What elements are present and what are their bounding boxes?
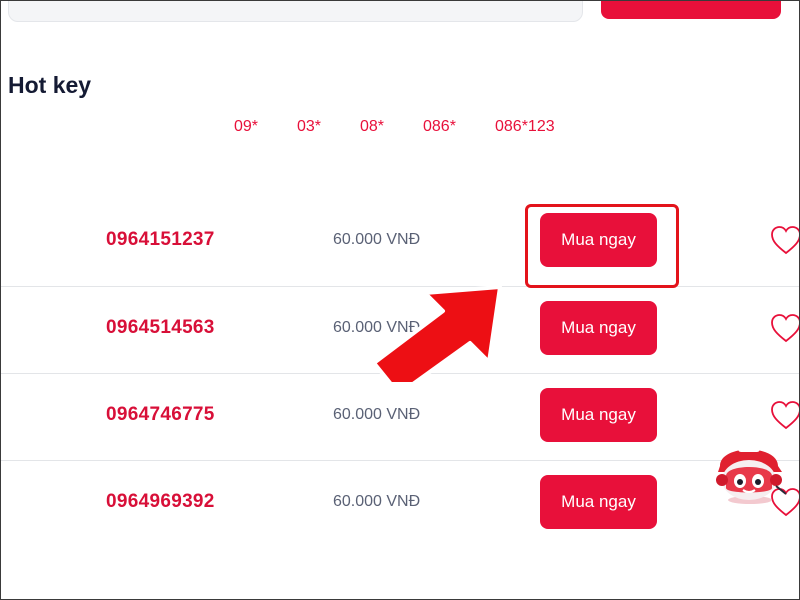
- mascot-robot-icon[interactable]: [712, 436, 800, 506]
- buy-now-button[interactable]: Mua ngay: [540, 301, 657, 355]
- red-arrow-icon: [372, 285, 502, 382]
- phone-number[interactable]: 0964969392: [106, 491, 215, 513]
- hot-key-title: Hot key: [8, 72, 92, 98]
- number-row: 0964746775 60.000 VNĐ Mua ngay: [0, 373, 800, 461]
- heart-icon[interactable]: [770, 400, 800, 430]
- price: 60.000 VNĐ: [333, 406, 421, 423]
- hot-key-link[interactable]: 086*123: [495, 118, 555, 136]
- heart-icon[interactable]: [770, 313, 800, 343]
- hot-key-link[interactable]: 08*: [360, 118, 384, 136]
- heart-icon[interactable]: [770, 225, 800, 255]
- phone-number[interactable]: 0964151237: [106, 229, 215, 251]
- price: 60.000 VNĐ: [333, 493, 421, 510]
- highlight-box: [525, 204, 679, 288]
- search-input[interactable]: [8, 0, 583, 22]
- hot-key-link[interactable]: 03*: [297, 118, 321, 136]
- phone-number[interactable]: 0964514563: [106, 317, 215, 339]
- phone-number[interactable]: 0964746775: [106, 404, 215, 426]
- buy-now-button[interactable]: Mua ngay: [540, 388, 657, 442]
- search-button[interactable]: [601, 0, 781, 19]
- hot-key-link[interactable]: 09*: [234, 118, 258, 136]
- hot-key-link[interactable]: 086*: [423, 118, 456, 136]
- number-row: 0964969392 60.000 VNĐ Mua ngay: [0, 460, 800, 548]
- buy-now-button[interactable]: Mua ngay: [540, 475, 657, 529]
- price: 60.000 VNĐ: [333, 231, 421, 248]
